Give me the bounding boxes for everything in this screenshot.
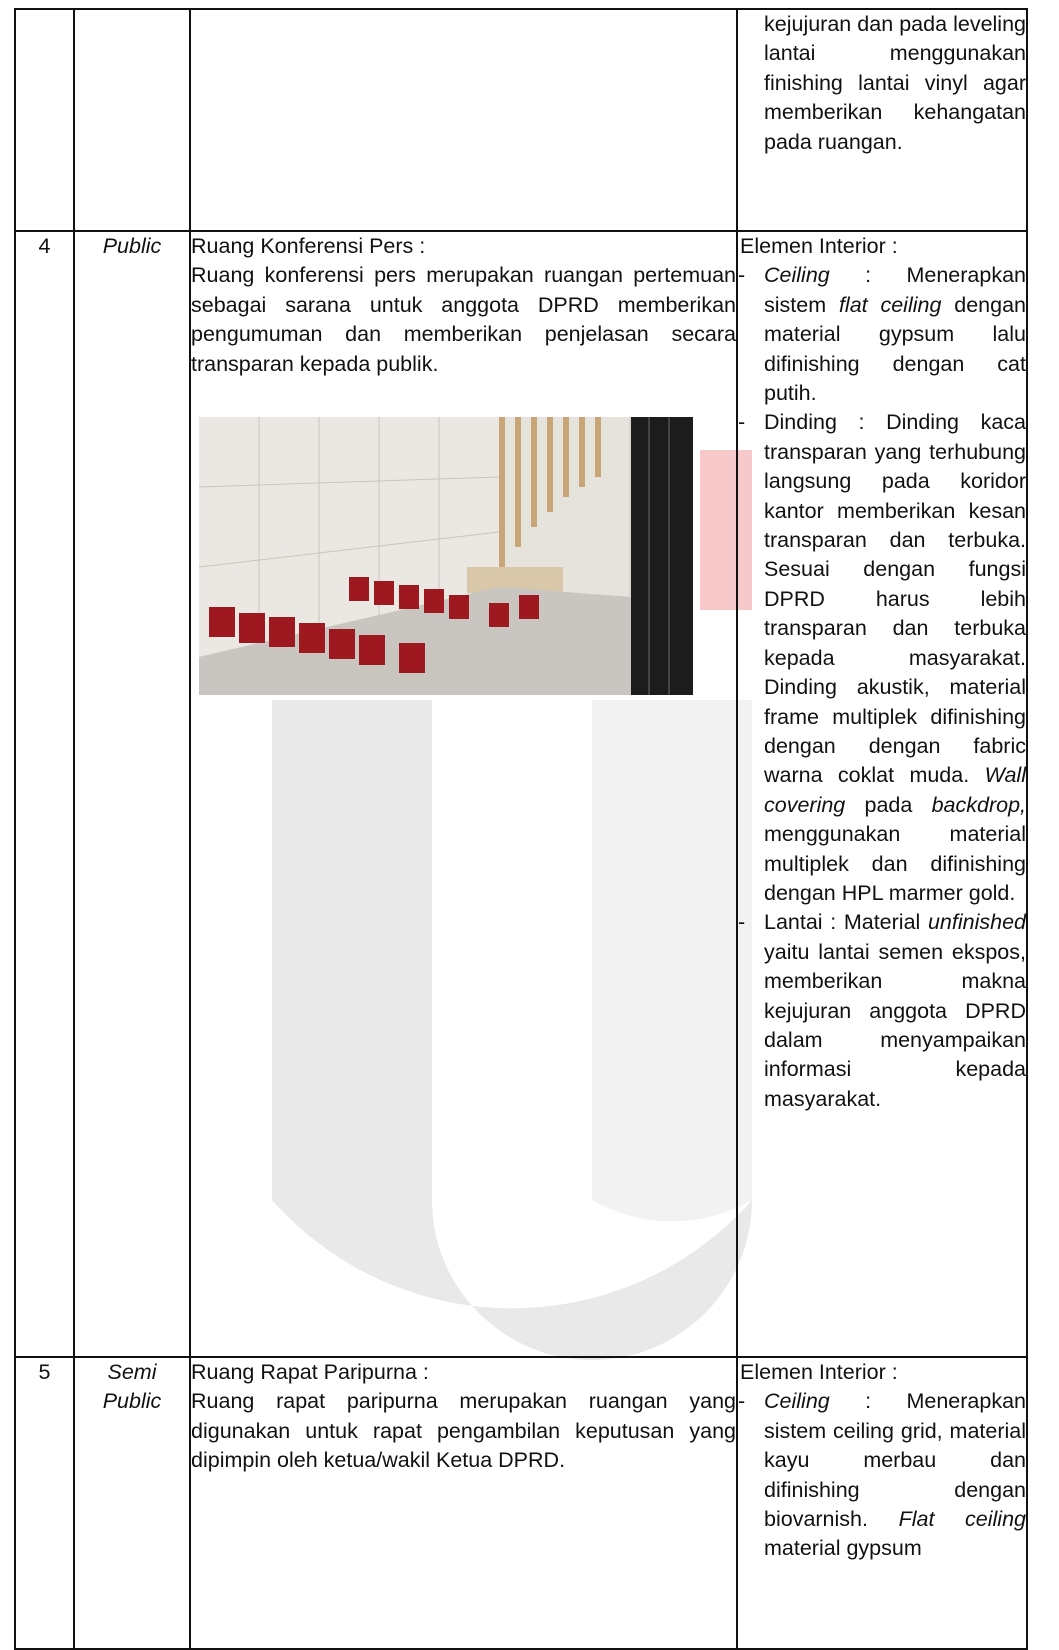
interior-elements-table: kejujuran dan pada leveling lantai mengg… [14, 8, 1028, 1650]
item-text-rest: yaitu lantai semen ekspos, memberikan ma… [764, 939, 1026, 1111]
table-row-continued: kejujuran dan pada leveling lantai mengg… [14, 8, 1028, 232]
cell-zone [73, 8, 191, 232]
item-emphasis: flat ceiling [838, 292, 942, 317]
interior-heading: Elemen Interior : [740, 234, 898, 258]
cell-interior: kejujuran dan pada leveling lantai mengg… [736, 8, 1028, 232]
interior-item-ceiling: Ceiling : Menerapkan sistem flat ceiling… [738, 261, 1026, 408]
room-description-cell: Ruang Rapat Paripurna : Ruang rapat pari… [189, 1356, 738, 1650]
zone-label: Public [73, 230, 191, 1358]
cell-number [14, 8, 75, 232]
item-label: Ceiling [764, 263, 830, 288]
table-row: 5 Semi Public Ruang Rapat Paripurna : Rua… [14, 1356, 1028, 1650]
room-description-cell: Ruang Konferensi Pers : Ruang konferensi… [189, 230, 738, 1358]
item-text-rest: menggunakan material multiplek dan difin… [764, 822, 1026, 905]
interior-item-floor: Lantai : Material unfinished yaitu lanta… [738, 908, 1026, 1114]
interior-item-ceiling: Ceiling : Menerapkan sistem ceiling grid… [738, 1387, 1026, 1563]
zone-label: Semi Public [73, 1356, 191, 1650]
press-conference-room-image [199, 417, 693, 696]
interior-text-continued: kejujuran dan pada leveling lantai mengg… [764, 12, 1026, 154]
room-description: Ruang konferensi pers merupakan ruangan … [191, 263, 736, 376]
table-row: 4 Public Ruang Konferensi Pers : Ruang k… [14, 230, 1028, 1358]
item-text: Lantai : Material [764, 910, 921, 935]
zone-label-line1: Semi [107, 1360, 157, 1384]
item-emphasis: unfinished [927, 910, 1026, 935]
row-number: 4 [14, 230, 75, 1358]
interior-elements-cell: Elemen Interior : Ceiling : Menerapkan s… [736, 1356, 1028, 1650]
interior-heading: Elemen Interior : [740, 1360, 898, 1384]
zone-label-line2: Public [102, 1389, 162, 1414]
cell-room [189, 8, 738, 232]
room-title: Ruang Rapat Paripurna : [191, 1360, 429, 1384]
item-emphasis-2: backdrop, [931, 792, 1026, 817]
item-text-rest: material gypsum [764, 1536, 922, 1561]
item-text: Dinding : Dinding kaca transparan yang t… [764, 410, 1026, 788]
interior-item-wall: Dinding : Dinding kaca transparan yang t… [738, 408, 1026, 908]
interior-elements-cell: Elemen Interior : Ceiling : Menerapkan s… [736, 230, 1028, 1358]
room-title: Ruang Konferensi Pers : [191, 234, 426, 258]
room-description: Ruang rapat paripurna merupakan ruangan … [191, 1389, 736, 1473]
item-emphasis: Flat ceiling [898, 1507, 1026, 1532]
row-number: 5 [14, 1356, 75, 1650]
item-text-mid: pada [864, 792, 913, 817]
item-label: Ceiling [764, 1389, 830, 1414]
